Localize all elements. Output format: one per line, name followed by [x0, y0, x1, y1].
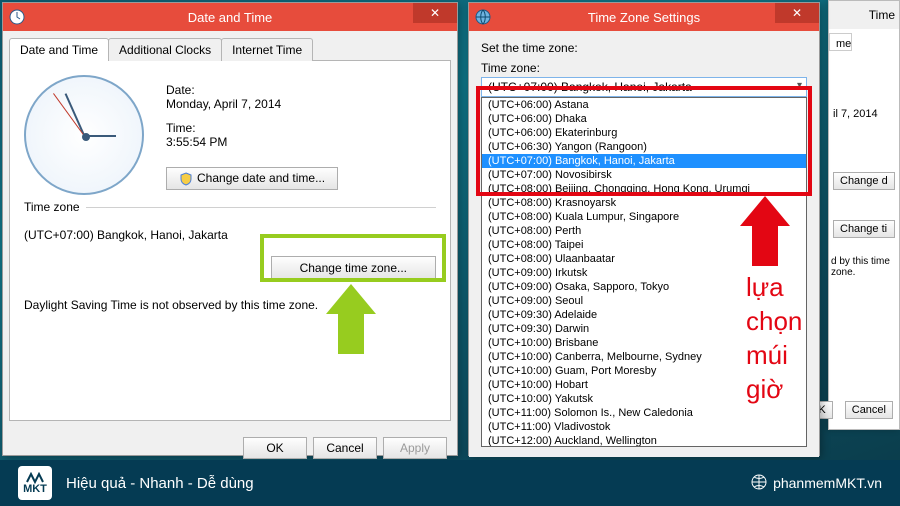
footer-url[interactable]: phanmemMKT.vn [751, 474, 882, 493]
background-date-time-window: Time me il 7, 2014 Change d Change ti d … [828, 0, 900, 430]
timezone-selected-value[interactable]: (UTC+07:00) Bangkok, Hanoi, Jakarta [482, 78, 806, 96]
brand-name: MKT [23, 484, 47, 494]
timezone-option[interactable]: (UTC+06:30) Yangon (Rangoon) [482, 140, 806, 154]
window1-title: Date and Time [188, 10, 273, 25]
timezone-option[interactable]: (UTC+11:00) Vladivostok [482, 420, 806, 434]
timezone-option[interactable]: (UTC+11:00) Solomon Is., New Caledonia [482, 406, 806, 420]
background-note-fragment: d by this time zone. [831, 256, 897, 278]
timezone-option[interactable]: (UTC+06:00) Dhaka [482, 112, 806, 126]
shield-icon [179, 172, 193, 186]
window1-titlebar: Date and Time ✕ [3, 3, 457, 31]
time-label: Time: [166, 121, 338, 135]
analog-clock [24, 75, 144, 195]
annotation-text: lựa chọn múi giờ [746, 270, 802, 406]
red-arrow-up-icon [740, 196, 790, 266]
timezone-field-label: Time zone: [481, 61, 807, 75]
timezone-option[interactable]: (UTC+08:00) Beijing, Chongqing, Hong Kon… [482, 182, 806, 196]
background-change-timezone-button[interactable]: Change ti [833, 220, 895, 238]
change-timezone-button[interactable]: Change time zone... [271, 256, 436, 280]
brand-logo: MKT [18, 466, 52, 500]
date-and-time-window: Date and Time ✕ Date and Time Additional… [2, 2, 458, 456]
cancel-button[interactable]: Cancel [313, 437, 377, 459]
timezone-value: (UTC+07:00) Bangkok, Hanoi, Jakarta [24, 214, 436, 242]
green-arrow-up-icon [326, 284, 376, 354]
window1-tabstrip: Date and Time Additional Clocks Internet… [9, 37, 451, 61]
timezone-option[interactable]: (UTC+07:00) Bangkok, Hanoi, Jakarta [482, 154, 806, 168]
globe-icon [475, 9, 491, 25]
tab-additional-clocks[interactable]: Additional Clocks [108, 38, 222, 61]
footer-url-text: phanmemMKT.vn [773, 475, 882, 491]
time-value: 3:55:54 PM [166, 135, 338, 149]
background-cancel-button[interactable]: Cancel [845, 401, 893, 419]
background-change-date-button[interactable]: Change d [833, 172, 895, 190]
footer-bar: MKT Hiệu quả - Nhanh - Dễ dùng phanmemMK… [0, 460, 900, 506]
background-date-fragment: il 7, 2014 [833, 108, 895, 120]
close-button[interactable]: ✕ [413, 3, 457, 23]
timezone-option[interactable]: (UTC+06:00) Ekaterinburg [482, 126, 806, 140]
apply-button: Apply [383, 437, 447, 459]
window1-body: Date: Monday, April 7, 2014 Time: 3:55:5… [9, 61, 451, 421]
window2-title: Time Zone Settings [588, 10, 700, 25]
change-date-time-button[interactable]: Change date and time... [166, 167, 338, 190]
background-tab-fragment: me [829, 33, 852, 51]
tab-date-and-time[interactable]: Date and Time [9, 38, 109, 61]
timezone-option[interactable]: (UTC+07:00) Novosibirsk [482, 168, 806, 182]
window2-titlebar: Time Zone Settings ✕ [469, 3, 819, 31]
close-button[interactable]: ✕ [775, 3, 819, 23]
set-timezone-label: Set the time zone: [481, 41, 807, 55]
background-title-fragment: Time [829, 1, 899, 29]
date-label: Date: [166, 83, 338, 97]
date-value: Monday, April 7, 2014 [166, 97, 338, 111]
globe-icon [751, 474, 767, 493]
timezone-option[interactable]: (UTC+06:00) Astana [482, 98, 806, 112]
timezone-combobox[interactable]: (UTC+07:00) Bangkok, Hanoi, Jakarta [481, 77, 807, 97]
change-date-time-label: Change date and time... [197, 171, 325, 185]
timezone-option[interactable]: (UTC+12:00) Auckland, Wellington [482, 434, 806, 447]
footer-tagline: Hiệu quả - Nhanh - Dễ dùng [66, 475, 254, 492]
ok-button[interactable]: OK [243, 437, 307, 459]
tab-internet-time[interactable]: Internet Time [221, 38, 313, 61]
timezone-legend: Time zone [24, 200, 86, 214]
clock-icon [9, 9, 25, 25]
